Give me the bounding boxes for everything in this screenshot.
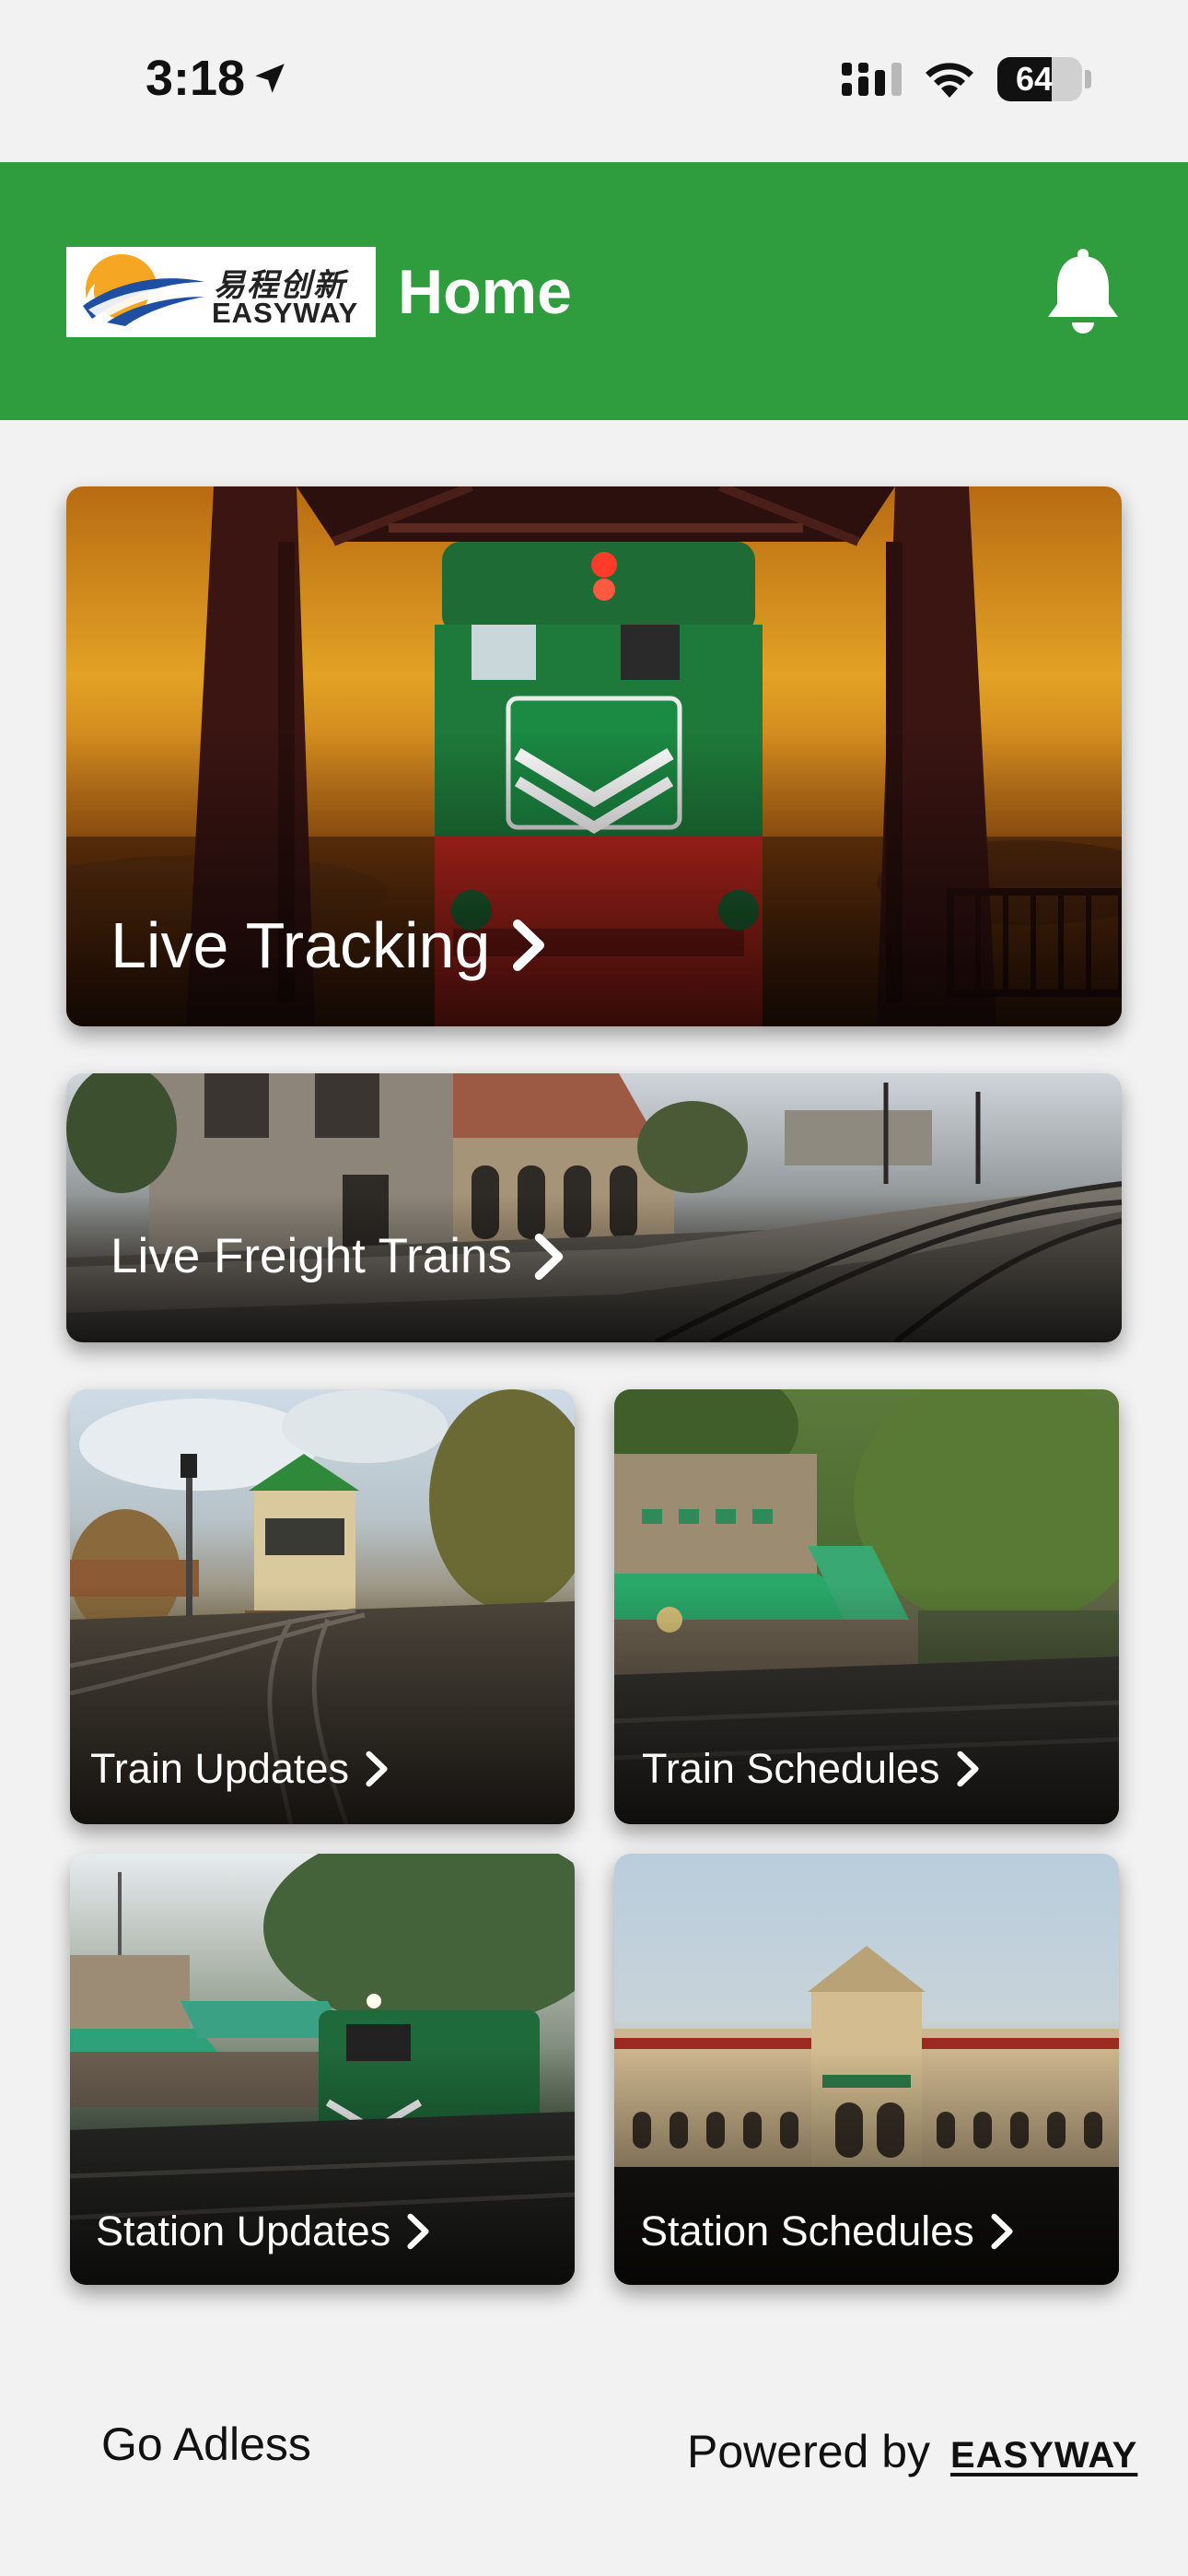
train-schedules-label: Train Schedules <box>642 1745 981 1793</box>
live-tracking-label: Live Tracking <box>111 908 547 982</box>
chevron-right-icon <box>991 2213 1013 2250</box>
logo-english-text: EASYWAY <box>212 297 359 329</box>
chevron-right-icon <box>513 919 545 971</box>
train-schedules-text: Train Schedules <box>642 1745 940 1792</box>
chevron-right-icon <box>534 1233 564 1280</box>
chevron-right-icon <box>366 1751 388 1787</box>
bell-icon[interactable] <box>1042 247 1124 339</box>
app-header: 易程创新 EASYWAY Home <box>0 162 1188 420</box>
status-time: 3:18 <box>146 51 246 106</box>
easyway-brand-link[interactable]: EASYWAY <box>950 2435 1137 2476</box>
battery-cap <box>1085 70 1091 88</box>
station-schedules-label: Station Schedules <box>640 2207 1015 2255</box>
cellular-signal-icon <box>842 63 902 96</box>
station-updates-text: Station Updates <box>96 2207 391 2254</box>
train-updates-label: Train Updates <box>90 1745 390 1793</box>
train-updates-card[interactable]: Train Updates <box>70 1389 575 1824</box>
live-freight-trains-text: Live Freight Trains <box>111 1229 512 1283</box>
station-updates-label: Station Updates <box>96 2207 431 2255</box>
station-updates-card[interactable]: Station Updates <box>70 1854 575 2285</box>
page-title: Home <box>398 257 572 327</box>
live-freight-trains-label: Live Freight Trains <box>111 1228 565 1284</box>
location-arrow-icon <box>255 64 285 93</box>
wifi-icon <box>926 63 973 98</box>
live-tracking-card[interactable]: Live Tracking <box>66 486 1122 1026</box>
go-adless-link[interactable]: Go Adless <box>101 2418 311 2471</box>
powered-by: Powered by EASYWAY <box>687 2425 1137 2478</box>
chevron-right-icon <box>407 2213 429 2250</box>
easyway-logo: 易程创新 EASYWAY <box>66 247 376 337</box>
chevron-right-icon <box>956 1751 979 1787</box>
battery-percentage: 64 <box>1015 60 1054 98</box>
train-schedules-card[interactable]: Train Schedules <box>614 1389 1119 1824</box>
station-schedules-card[interactable]: Station Schedules <box>614 1854 1119 2285</box>
train-updates-text: Train Updates <box>90 1745 349 1792</box>
status-bar: 3:18 64 <box>0 0 1188 162</box>
station-schedules-text: Station Schedules <box>640 2207 974 2254</box>
easyway-logo-mark-icon <box>83 254 204 326</box>
live-tracking-text: Live Tracking <box>111 909 491 981</box>
powered-by-text: Powered by <box>687 2426 931 2477</box>
battery-indicator: 64 <box>997 57 1082 101</box>
live-freight-trains-card[interactable]: Live Freight Trains <box>66 1073 1122 1342</box>
